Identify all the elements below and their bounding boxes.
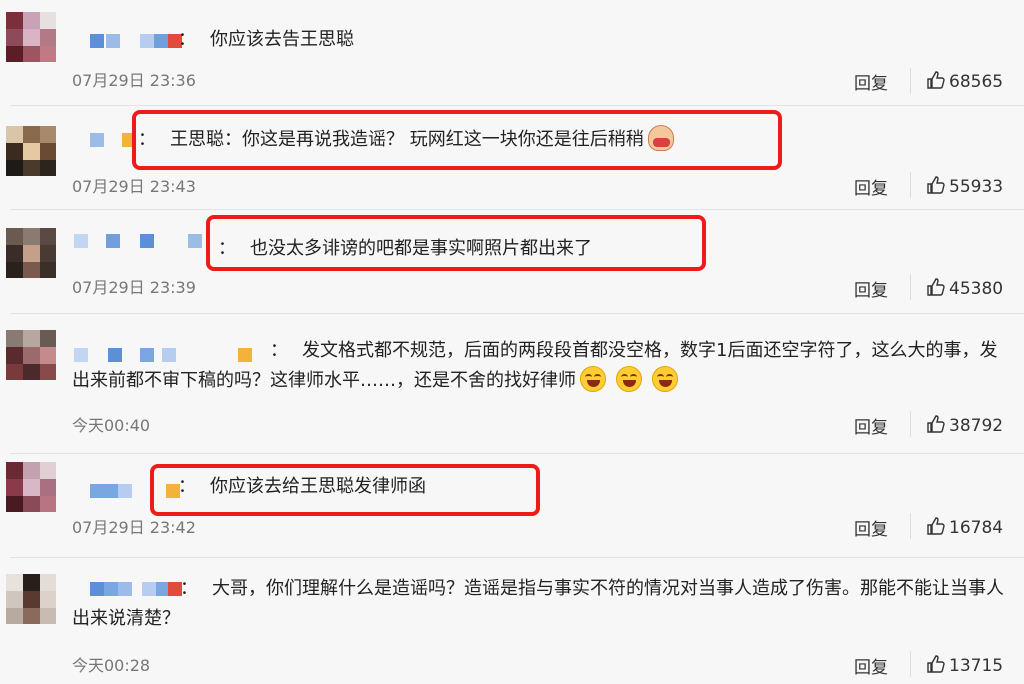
reply-button[interactable]: 回复: [854, 653, 888, 678]
thumbs-up-icon: [927, 517, 945, 535]
comment-text: ：发文格式都不规范，后面的两段段首都没空格，数字1后面还空字符了，这么大的事，发…: [72, 336, 1002, 396]
comment-body: 发文格式都不规范，后面的两段段首都没空格，数字1后面还空字符了，这么大的事，发出…: [72, 340, 998, 391]
thumbs-up-icon: [927, 71, 945, 89]
avatar[interactable]: [6, 12, 56, 62]
comment-body: 你应该去告王思聪: [210, 29, 354, 50]
comment-item: ： 你应该去告王思聪 07月29日 23:36 回复 68565: [0, 0, 1024, 106]
reply-button[interactable]: 回复: [854, 413, 888, 438]
comment-feed: ： 你应该去告王思聪 07月29日 23:36 回复 68565 ： 王思聪：你这是…: [0, 0, 1024, 684]
like-button[interactable]: 38792: [926, 414, 1003, 436]
comment-item: ： 也没太多诽谤的吧都是事实啊照片都出来了 07月29日 23:39 回复 453…: [0, 210, 1024, 314]
timestamp: 今天00:28: [72, 656, 151, 675]
thumbs-up-icon: [927, 655, 945, 673]
reply-button[interactable]: 回复: [854, 515, 888, 540]
colon: ：: [178, 29, 196, 50]
laughing-emoji: [652, 366, 678, 392]
like-count: 68565: [949, 72, 1004, 92]
comment-body: 大哥，你们理解什么是造谣吗？造谣是指与事实不符的情况对当事人造成了伤害。那能不能…: [72, 578, 1004, 629]
username-blurred[interactable]: [88, 480, 180, 502]
like-button[interactable]: 55933: [926, 175, 1003, 197]
like-button[interactable]: 45380: [926, 277, 1003, 299]
like-count: 16784: [949, 518, 1004, 538]
timestamp: 07月29日 23:42: [72, 518, 196, 537]
like-count: 55933: [949, 177, 1004, 197]
colon: ：: [180, 578, 198, 599]
colon: ：: [178, 476, 196, 497]
comment-text: ： 也没太多诽谤的吧都是事实啊照片都出来了: [218, 234, 698, 264]
reply-button[interactable]: 回复: [854, 69, 888, 94]
comment-body: 你应该去给王思聪发律师函: [210, 476, 426, 497]
thumbs-up-icon: [927, 176, 945, 194]
laughing-emoji: [580, 366, 606, 392]
like-button[interactable]: 68565: [926, 70, 1003, 92]
comment-item: ： 王思聪：你这是再说我造谣？ 玩网红这一块你还是往后稍稍 07月29日 23:4…: [0, 106, 1024, 210]
avatar[interactable]: [6, 462, 56, 512]
comment-item: ：大哥，你们理解什么是造谣吗？造谣是指与事实不符的情况对当事人造成了伤害。那能不…: [0, 558, 1024, 684]
avatar[interactable]: [6, 126, 56, 176]
divider: [910, 513, 911, 539]
colon: ：: [270, 340, 288, 361]
thumbs-up-icon: [927, 278, 945, 296]
like-count: 45380: [949, 279, 1004, 299]
avatar[interactable]: [6, 574, 56, 624]
laughing-emoji: [616, 366, 642, 392]
comment-item: ：发文格式都不规范，后面的两段段首都没空格，数字1后面还空字符了，这么大的事，发…: [0, 314, 1024, 454]
divider: [910, 651, 911, 677]
comment-body: 也没太多诽谤的吧都是事实啊照片都出来了: [250, 238, 592, 259]
comment-text: ： 你应该去告王思聪: [178, 25, 978, 55]
like-count: 38792: [949, 416, 1004, 436]
like-button[interactable]: 16784: [926, 516, 1003, 538]
like-button[interactable]: 13715: [926, 654, 1003, 676]
comment-body: 王思聪：你这是再说我造谣？ 玩网红这一块你还是往后稍稍: [170, 129, 644, 150]
mask-face-emoji: [647, 125, 674, 151]
divider: [910, 68, 911, 94]
like-count: 13715: [949, 656, 1004, 676]
comment-text: ： 你应该去给王思聪发律师函: [178, 472, 518, 502]
timestamp: 今天00:40: [72, 416, 151, 435]
comment-item: ： 你应该去给王思聪发律师函 07月29日 23:42 回复 16784: [0, 454, 1024, 558]
timestamp: 07月29日 23:36: [72, 71, 196, 90]
divider: [910, 274, 911, 300]
thumbs-up-icon: [927, 415, 945, 433]
colon: ：: [138, 129, 156, 150]
reply-button[interactable]: 回复: [854, 276, 888, 301]
divider: [910, 411, 911, 437]
timestamp: 07月29日 23:43: [72, 177, 196, 196]
comment-text: ：大哥，你们理解什么是造谣吗？造谣是指与事实不符的情况对当事人造成了伤害。那能不…: [72, 574, 1020, 634]
comment-text: ： 王思聪：你这是再说我造谣？ 玩网红这一块你还是往后稍稍: [138, 125, 778, 155]
username-blurred[interactable]: [74, 230, 228, 252]
reply-button[interactable]: 回复: [854, 174, 888, 199]
colon: ：: [218, 238, 236, 259]
avatar[interactable]: [6, 228, 56, 278]
divider: [910, 172, 911, 198]
avatar[interactable]: [6, 330, 56, 380]
username-blurred[interactable]: [88, 30, 188, 52]
timestamp: 07月29日 23:39: [72, 278, 196, 297]
